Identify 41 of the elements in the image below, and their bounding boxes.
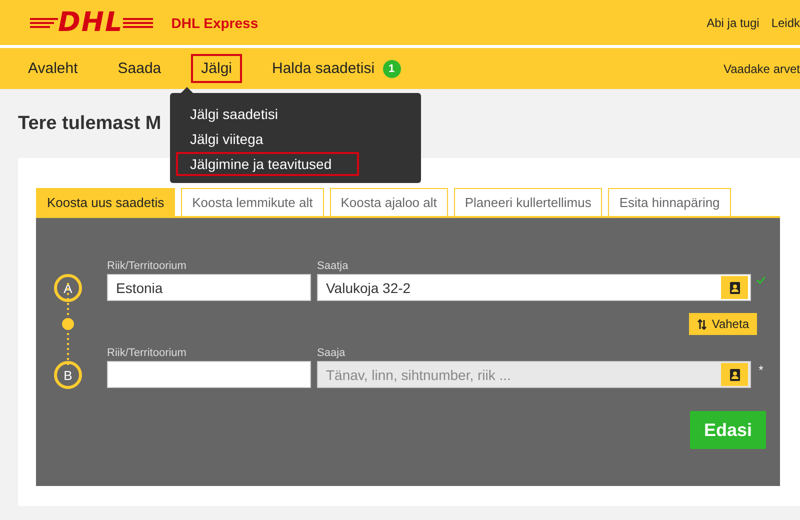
field-label: Riik/Territoorium [107,347,188,359]
menu-item[interactable]: Jälgi viitega [176,127,359,151]
logo[interactable]: DHL [58,9,124,36]
nav-label: Jälgi [201,60,232,77]
nav-link[interactable]: Vaadake arvet [724,62,800,76]
country-field[interactable]: Estonia [107,274,311,301]
field-label: Riik/Territoorium [107,260,188,272]
address-field[interactable]: Tänav, linn, sihtnumber, riik ... [317,361,751,388]
swap-icon [696,318,707,330]
tab[interactable]: Koosta lemmikute alt [181,188,324,216]
route-marker: B [54,361,82,389]
nav-label: Saada [118,60,162,77]
nav-label: Avaleht [28,60,78,77]
brand-name: DHL Express [171,14,258,30]
swap-button[interactable]: Vaheta [688,313,757,335]
tab[interactable]: Planeeri kullertellimus [454,188,602,216]
address-field[interactable]: Valukoja 32-2 [317,274,751,301]
nav-item[interactable]: Jälgi [191,54,242,83]
nav-item[interactable]: Halda saadetisi 1 [262,54,411,84]
nav-item[interactable]: Saada [108,54,172,83]
tab[interactable]: Koosta ajaloo alt [330,188,448,216]
field-label: Saatja [317,260,350,272]
nav-label: Halda saadetisi [272,60,375,77]
header-link[interactable]: Abi ja tugi [706,16,760,30]
contact-book-button[interactable] [721,276,748,299]
count-badge: 1 [382,60,401,78]
field-label: Saaja [317,347,346,359]
required-mark: * [758,363,764,379]
menu-item[interactable]: Jälgi saadetisi [176,102,359,126]
contact-book-button[interactable] [721,363,748,386]
country-field[interactable] [107,361,311,388]
header-link[interactable]: Leidk [771,16,800,30]
nav-item[interactable]: Avaleht [18,54,88,83]
logo-stripes-icon [123,16,154,28]
menu-item[interactable]: Jälgimine ja teavitused [176,152,359,176]
logo-stripes-icon [30,16,58,28]
contact-card-icon [730,282,740,294]
contact-card-icon [730,368,740,380]
tab[interactable]: Koosta uus saadetis [36,188,176,216]
page-heading: Tere tulemast M [18,113,162,135]
tab[interactable]: Esita hinnapäring [608,188,731,216]
